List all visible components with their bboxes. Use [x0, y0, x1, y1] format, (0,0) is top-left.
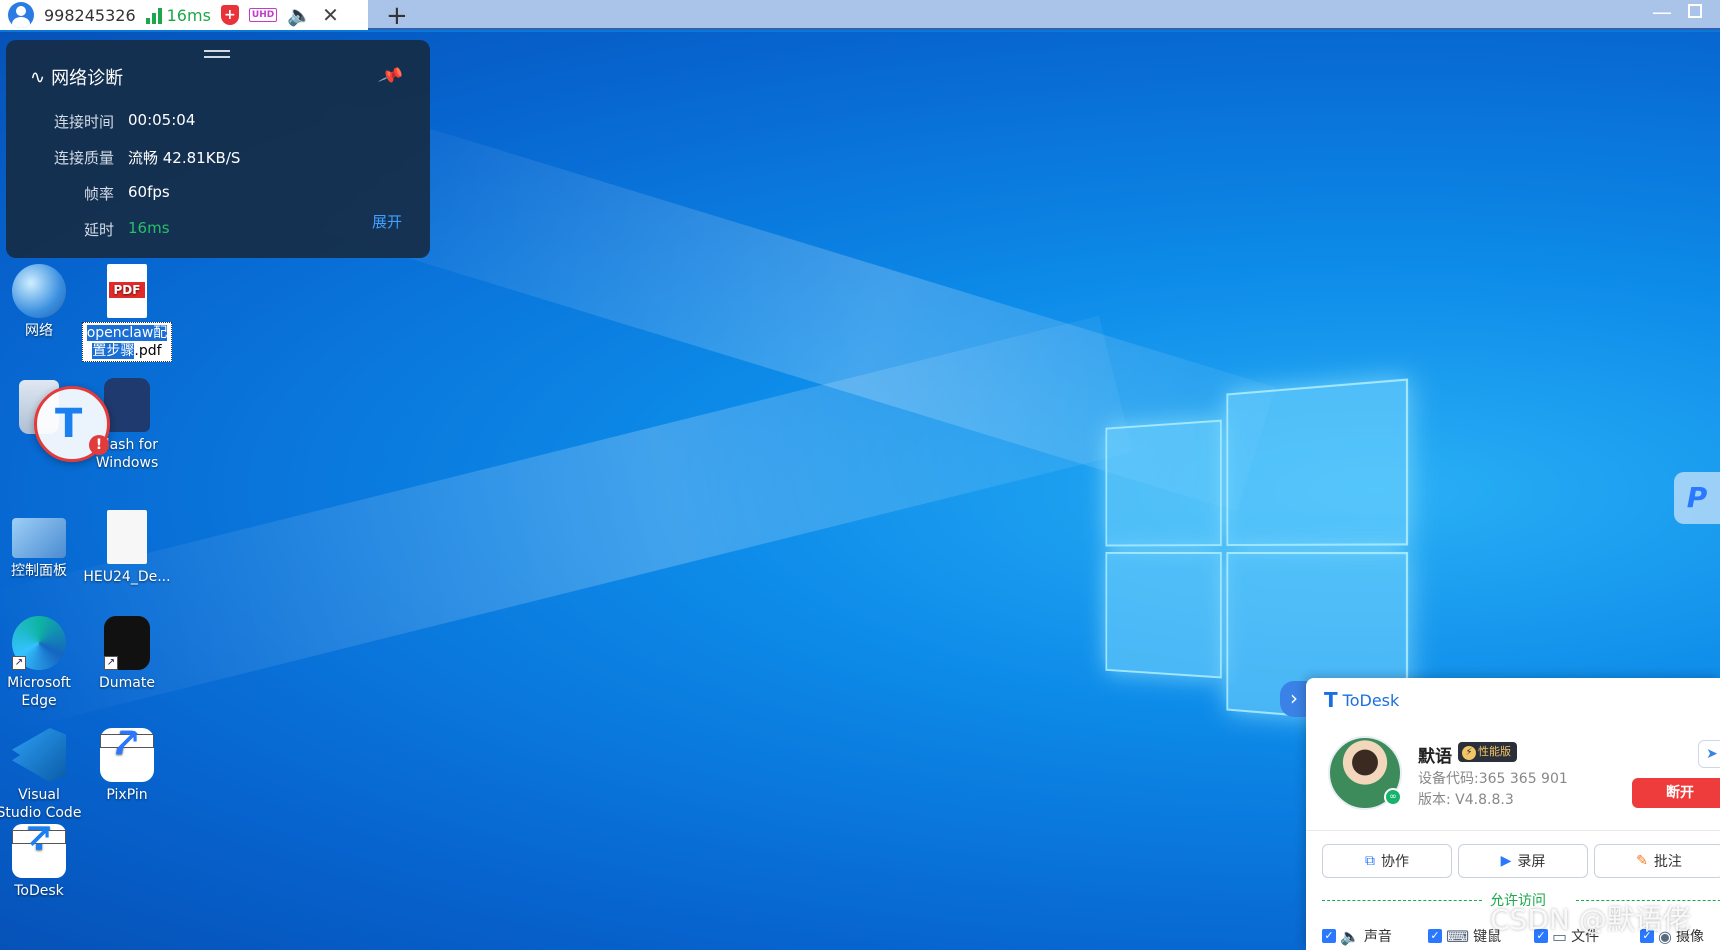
pixpin-sidebar-tab[interactable]: P — [1674, 472, 1720, 524]
device-code: 设备代码:365 365 901 — [1418, 771, 1568, 787]
remote-session-tab[interactable]: 998245326 16ms + UHD 🔈 ✕ — [0, 0, 368, 30]
todesk-logo-icon: T — [55, 401, 83, 447]
desktop-icon-control-panel[interactable]: 控制面板 — [0, 510, 84, 580]
close-tab-icon[interactable]: ✕ — [322, 3, 339, 27]
desktop-icon-pixpin[interactable]: P↗ PixPin — [82, 725, 172, 804]
pixpin-icon: P↗ — [100, 725, 154, 782]
lightning-icon: ⚡ — [1462, 746, 1476, 760]
control-panel-icon — [12, 518, 66, 558]
csdn-watermark: CSDN @默语佬 — [1490, 903, 1691, 936]
network-icon — [12, 264, 66, 318]
annotate-button[interactable]: ✎ 批注 — [1594, 844, 1720, 878]
diag-row-fps: 帧率 60fps — [83, 183, 170, 203]
video-record-icon: ▶ — [1500, 853, 1512, 869]
device-id: 998245326 — [44, 5, 136, 25]
icon-label: HEU24_De... — [83, 569, 171, 585]
icon-label: 控制面板 — [11, 563, 67, 579]
desktop-icon-heu[interactable]: HEU24_De... — [82, 510, 172, 586]
drag-handle[interactable] — [204, 50, 230, 58]
record-screen-button[interactable]: ▶ 录屏 — [1458, 844, 1588, 878]
desktop-icon-network[interactable]: 网络 — [0, 264, 84, 340]
keyboard-icon: ⌨ — [1446, 926, 1470, 946]
todesk-floating-ball[interactable]: T ! — [34, 386, 110, 462]
pdf-file-icon: PDF — [107, 264, 147, 318]
todesk-brand: T ToDesk — [1324, 688, 1400, 712]
checkbox-checked-icon: ✓ — [1322, 929, 1336, 943]
shortcut-arrow-icon: ↗ — [104, 656, 118, 670]
pulse-icon: ∿ — [30, 66, 46, 88]
diag-row-quality: 连接质量 流畅 42.81KB/S — [53, 149, 241, 167]
desktop-icon-pdf-file[interactable]: PDF openclaw配置步骤.pdf — [82, 264, 172, 362]
permission-sound[interactable]: ✓ 🔈 声音 — [1322, 926, 1392, 946]
pin-icon[interactable]: 📌 — [377, 63, 405, 90]
shortcut-arrow-icon: ↗ — [12, 656, 26, 670]
shield-icon[interactable]: + — [220, 5, 239, 25]
connected-badge-icon: ∞ — [1384, 788, 1402, 806]
icon-label: PixPin — [106, 787, 148, 803]
user-avatar-icon — [8, 2, 34, 28]
desktop-icon-dumate[interactable]: ↗ Dumate — [82, 616, 172, 692]
pen-icon: ✎ — [1636, 853, 1648, 869]
latency-indicator: 16ms — [166, 5, 211, 25]
diag-row-connect-time: 连接时间 00:05:04 — [53, 111, 196, 131]
windows-logo-wallpaper — [1105, 378, 1409, 726]
disconnect-button[interactable]: 断开 — [1632, 778, 1720, 808]
shortcut-arrow-icon: ↗ — [12, 821, 66, 853]
cursor-icon[interactable]: ➤ — [1698, 740, 1720, 768]
cat-icon — [104, 378, 150, 432]
user-name: 默语 — [1418, 747, 1452, 767]
checkbox-checked-icon: ✓ — [1428, 929, 1442, 943]
todesk-logo-icon: T — [1324, 688, 1338, 712]
edge-icon: ↗ — [12, 616, 66, 670]
minimize-window-button[interactable]: — — [1652, 0, 1672, 24]
alert-icon: ! — [89, 435, 109, 455]
speaker-icon: 🔈 — [1340, 926, 1360, 946]
icon-label: Microsoft Edge — [7, 675, 71, 709]
performance-edition-badge: ⚡ 性能版 — [1458, 742, 1517, 762]
uhd-icon[interactable]: UHD — [248, 8, 278, 22]
collaborate-button[interactable]: ⧉ 协作 — [1322, 844, 1452, 878]
expand-link[interactable]: 展开 — [372, 211, 402, 232]
collapse-panel-button[interactable]: › — [1280, 681, 1308, 717]
diagnostics-title: ∿ 网络诊断 — [30, 66, 124, 90]
network-diagnostics-panel: ∿ 网络诊断 📌 连接时间 00:05:04 连接质量 流畅 42.81KB/S 帧… — [6, 40, 430, 258]
text-file-icon — [107, 510, 147, 564]
vscode-icon — [12, 728, 66, 782]
speaker-icon[interactable]: 🔈 — [287, 3, 312, 27]
icon-label: 网络 — [25, 323, 53, 339]
remote-tab-bar: 998245326 16ms + UHD 🔈 ✕ + — — [0, 0, 1720, 31]
divider — [1306, 830, 1720, 831]
diag-row-latency: 延时 16ms — [83, 219, 170, 239]
desktop-icon-todesk[interactable]: T↗ ToDesk — [0, 821, 84, 900]
maximize-window-button[interactable] — [1688, 4, 1702, 18]
shortcut-arrow-icon: ↗ — [100, 725, 154, 757]
collaborate-icon: ⧉ — [1365, 853, 1375, 869]
todesk-icon: T↗ — [12, 821, 66, 878]
icon-label-selected[interactable]: openclaw配置步骤.pdf — [82, 322, 172, 362]
signal-strength-icon — [145, 6, 162, 24]
version-text: 版本: V4.8.8.3 — [1418, 792, 1514, 808]
icon-label: Visual Studio Code — [0, 787, 82, 821]
dumate-icon: ↗ — [104, 616, 150, 670]
icon-label: ToDesk — [14, 883, 64, 899]
desktop-icon-edge[interactable]: ↗ Microsoft Edge — [0, 616, 84, 710]
icon-label: Dumate — [99, 675, 155, 691]
desktop-icon-vscode[interactable]: Visual Studio Code — [0, 728, 84, 822]
new-tab-button[interactable]: + — [386, 1, 408, 31]
avatar: ∞ — [1328, 736, 1402, 810]
